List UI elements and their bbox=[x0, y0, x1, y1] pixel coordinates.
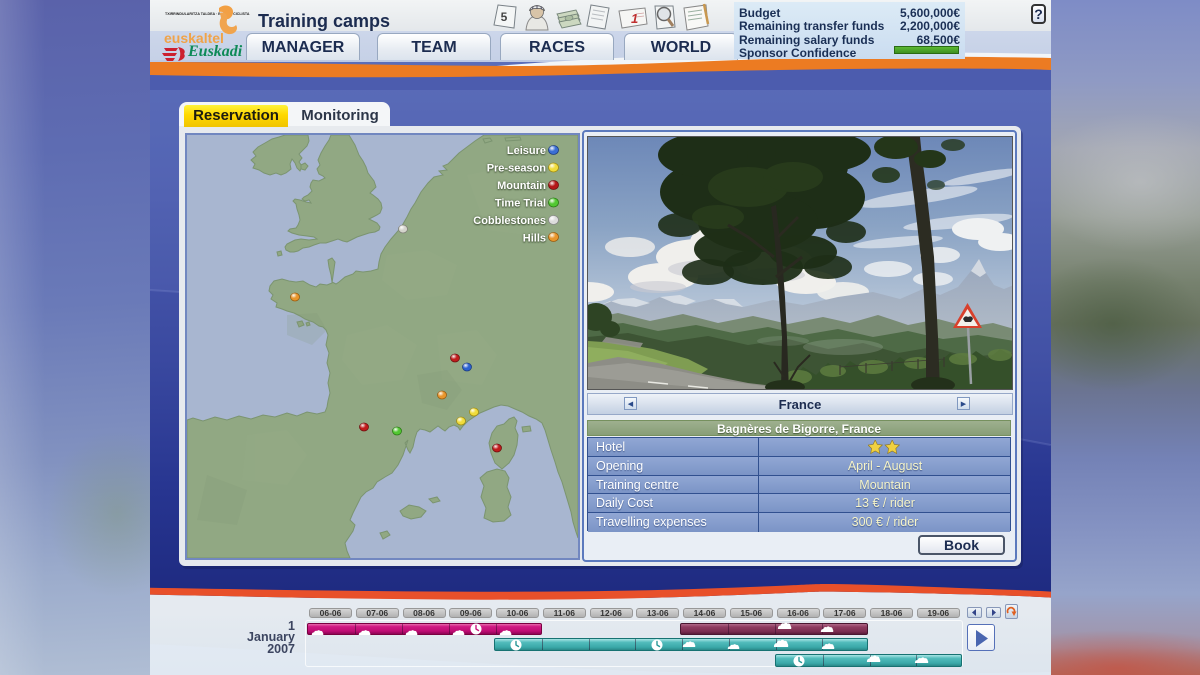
svg-text:1: 1 bbox=[631, 11, 638, 26]
svg-text:Pre-season: Pre-season bbox=[487, 163, 547, 175]
svg-text:Hills: Hills bbox=[523, 233, 546, 245]
svg-text:5: 5 bbox=[501, 10, 508, 24]
svg-text:Time Trial: Time Trial bbox=[495, 198, 546, 210]
svg-text:Cobblestones: Cobblestones bbox=[473, 215, 546, 227]
svg-text:Mountain: Mountain bbox=[497, 180, 546, 192]
svg-text:Leisure: Leisure bbox=[507, 145, 546, 157]
